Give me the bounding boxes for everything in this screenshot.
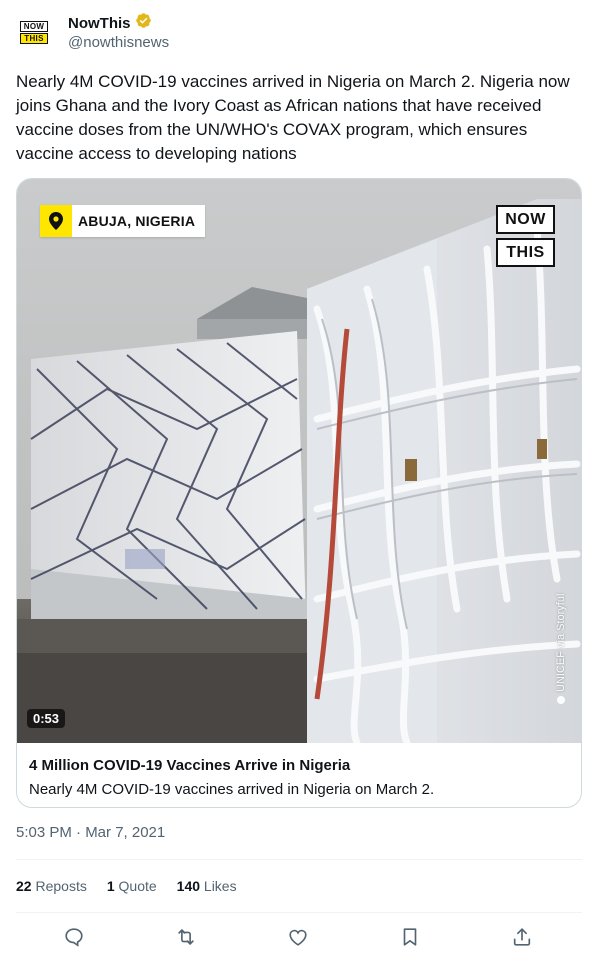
card-title[interactable]: 4 Million COVID-19 Vaccines Arrive in Ni…: [29, 757, 350, 774]
share-icon[interactable]: [511, 926, 533, 948]
likes-label: Likes: [203, 878, 237, 894]
tweet-timestamp[interactable]: 5:03 PM · Mar 7, 2021: [16, 824, 165, 841]
engagement-stats: 22 Reposts 1 Quote 140 Likes: [16, 878, 237, 894]
media-card[interactable]: ABUJA, NIGERIA NOW THIS UNICEF via Story…: [16, 178, 582, 808]
video-player[interactable]: ABUJA, NIGERIA NOW THIS UNICEF via Story…: [17, 179, 581, 743]
credit-dot-icon: [557, 696, 565, 704]
watermark-now: NOW: [496, 205, 555, 234]
verified-badge-icon[interactable]: [135, 12, 152, 34]
reposts-stat[interactable]: 22 Reposts: [16, 878, 87, 894]
avatar[interactable]: NOW THIS: [16, 14, 52, 50]
logo-this-text: THIS: [20, 32, 48, 44]
likes-stat[interactable]: 140 Likes: [177, 878, 237, 894]
divider: [16, 912, 582, 913]
media-credit: UNICEF via Storyful: [555, 574, 575, 704]
video-duration: 0:53: [27, 709, 66, 728]
reply-icon[interactable]: [63, 926, 85, 948]
display-name[interactable]: NowThis: [68, 15, 131, 32]
quotes-stat[interactable]: 1 Quote: [107, 878, 157, 894]
action-bar: [16, 924, 582, 952]
reposts-count: 22: [16, 878, 32, 894]
credit-text: UNICEF via Storyful: [555, 593, 567, 692]
likes-count: 140: [176, 878, 201, 894]
location-pin-icon: [40, 205, 72, 237]
logo-now-text: NOW: [20, 20, 48, 32]
location-label: ABUJA, NIGERIA: [72, 205, 206, 237]
author-name-row: NowThis: [68, 12, 152, 34]
tweet: NOW THIS NowThis @nowthisnews Nearly 4M …: [0, 0, 598, 961]
card-description: Nearly 4M COVID-19 vaccines arrived in N…: [29, 781, 435, 798]
quotes-count: 1: [106, 878, 115, 894]
divider: [16, 859, 582, 860]
nowthis-watermark: NOW THIS: [496, 205, 555, 267]
tweet-text: Nearly 4M COVID-19 vaccines arrived in N…: [16, 72, 570, 163]
watermark-this: THIS: [496, 238, 555, 267]
location-tag: ABUJA, NIGERIA: [40, 205, 206, 237]
quotes-label: Quote: [118, 878, 157, 894]
nowthis-logo: NOW THIS: [20, 20, 48, 44]
like-icon[interactable]: [287, 926, 309, 948]
bookmark-icon[interactable]: [399, 926, 421, 948]
handle[interactable]: @nowthisnews: [68, 34, 169, 51]
reposts-label: Reposts: [35, 878, 87, 894]
repost-icon[interactable]: [175, 926, 197, 948]
